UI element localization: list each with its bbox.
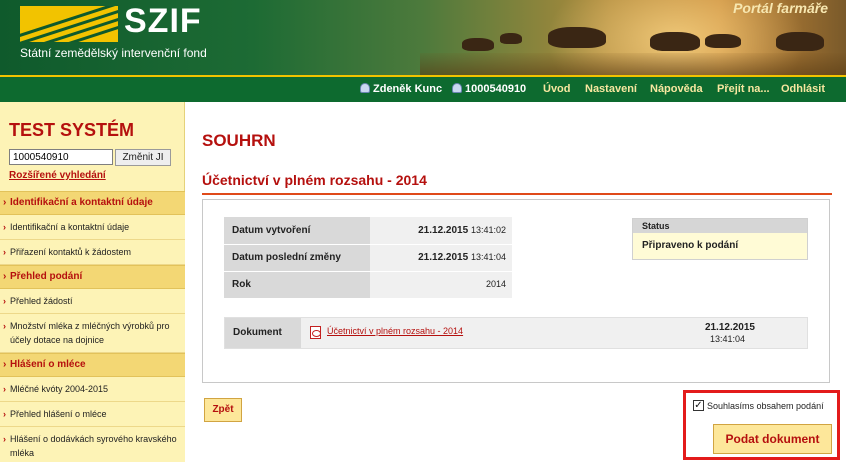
szif-logo-text[interactable]: SZIF	[124, 2, 202, 41]
modified-time: 13:41:04	[470, 252, 506, 262]
banner-field	[420, 53, 846, 75]
test-system-title: TEST SYSTÉM	[9, 120, 135, 140]
year-value: 2014	[370, 271, 512, 299]
sidebar: TEST SYSTÉM Změnit JI Rozšířené vyhledán…	[0, 102, 185, 462]
sidebar-item-milk-reports[interactable]: Přehled hlášení o mléce	[0, 402, 185, 427]
status-label: Status	[633, 219, 807, 233]
status-value: Připraveno k podání	[633, 233, 807, 259]
nav-client-id[interactable]: 1000540910	[452, 83, 526, 95]
document-time: 13:41:04	[709, 334, 745, 344]
created-label: Datum vytvoření	[224, 217, 370, 245]
document-label: Dokument	[225, 318, 301, 348]
top-nav: Zdeněk Kunc 1000540910 Úvod Nastavení Ná…	[0, 75, 846, 102]
nav-settings[interactable]: Nastavení	[585, 83, 637, 95]
submit-document-button[interactable]: Podat dokument	[713, 424, 832, 454]
change-ji-button[interactable]: Změnit JI	[115, 149, 171, 166]
cow-silhouette	[705, 34, 741, 48]
cow-silhouette	[776, 32, 824, 51]
header-subtitle: Státní zemědělský intervenční fond	[20, 46, 207, 60]
nav-user[interactable]: Zdeněk Kunc	[360, 83, 442, 95]
document-link[interactable]: Účetnictví v plném rozsahu - 2014	[327, 326, 463, 336]
advanced-search-link[interactable]: Rozšířené vyhledání	[9, 170, 106, 181]
nav-home[interactable]: Úvod	[543, 83, 571, 95]
sidebar-item-assign-contacts[interactable]: Přiřazení kontaktů k žádostem	[0, 240, 185, 265]
sidebar-category-submissions[interactable]: Přehled podání	[0, 265, 185, 289]
back-button[interactable]: Zpět	[204, 398, 242, 422]
table-row: Datum poslední změny 21.12.2015 13:41:04	[224, 244, 512, 272]
app-window: SZIF Státní zemědělský intervenční fond …	[0, 0, 846, 462]
title-divider	[202, 193, 832, 195]
sidebar-item-milk-quotas[interactable]: Mléčné kvóty 2004-2015	[0, 377, 185, 402]
sidebar-menu: Identifikační a kontaktní údaje Identifi…	[0, 191, 185, 462]
user-name: Zdeněk Kunc	[373, 83, 443, 95]
agree-checkbox[interactable]: ✓	[693, 400, 704, 411]
szif-logo-icon[interactable]	[20, 6, 118, 42]
created-time: 13:41:02	[470, 224, 506, 235]
year-number: 2014	[485, 279, 506, 289]
info-table: Datum vytvoření 21.12.2015 13:41:02 Datu…	[224, 217, 512, 299]
header-banner: SZIF Státní zemědělský intervenční fond …	[0, 0, 846, 75]
client-icon	[452, 83, 462, 93]
client-id-input[interactable]	[9, 149, 113, 165]
nav-logout[interactable]: Odhlásit	[781, 83, 825, 95]
page-title: SOUHRN	[202, 131, 276, 150]
sidebar-item-contacts[interactable]: Identifikační a kontaktní údaje	[0, 215, 185, 240]
document-date: 21.12.2015	[704, 322, 755, 333]
sidebar-category-milk[interactable]: Hlášení o mléce	[0, 353, 185, 377]
modified-date: 21.12.2015	[418, 252, 469, 263]
sidebar-item-applications[interactable]: Přehled žádostí	[0, 289, 185, 314]
status-box: Status Připraveno k podání	[632, 218, 808, 260]
modified-value: 21.12.2015 13:41:04	[370, 244, 512, 272]
sidebar-category-contacts[interactable]: Identifikační a kontaktní údaje	[0, 191, 185, 215]
nav-goto[interactable]: Přejít na...	[717, 83, 770, 95]
document-row: Dokument Účetnictví v plném rozsahu - 20…	[224, 317, 808, 349]
cow-silhouette	[462, 38, 494, 51]
cow-silhouette	[500, 33, 522, 44]
created-date: 21.12.2015	[418, 224, 469, 236]
cow-silhouette	[650, 32, 700, 51]
agree-label[interactable]: Souhlasíms obsahem podání	[707, 401, 824, 411]
submit-highlight-box: ✓ Souhlasíms obsahem podání Podat dokume…	[683, 390, 840, 460]
table-row: Datum vytvoření 21.12.2015 13:41:02	[224, 217, 512, 245]
modified-label: Datum poslední změny	[224, 244, 370, 272]
pdf-icon[interactable]	[310, 326, 321, 339]
portal-title: Portál farmáře	[733, 0, 828, 16]
cow-silhouette	[548, 27, 606, 48]
created-value: 21.12.2015 13:41:02	[370, 217, 512, 245]
page-subtitle: Účetnictví v plném rozsahu - 2014	[202, 172, 427, 188]
table-row: Rok 2014	[224, 271, 512, 299]
sidebar-item-raw-milk[interactable]: Hlášení o dodávkách syrového kravského m…	[0, 427, 185, 462]
user-icon	[360, 83, 370, 93]
year-label: Rok	[224, 271, 370, 299]
nav-help[interactable]: Nápověda	[650, 83, 703, 95]
sidebar-item-milk-quantity[interactable]: Množství mléka z mléčných výrobků pro úč…	[0, 314, 185, 353]
client-id: 1000540910	[465, 83, 527, 95]
